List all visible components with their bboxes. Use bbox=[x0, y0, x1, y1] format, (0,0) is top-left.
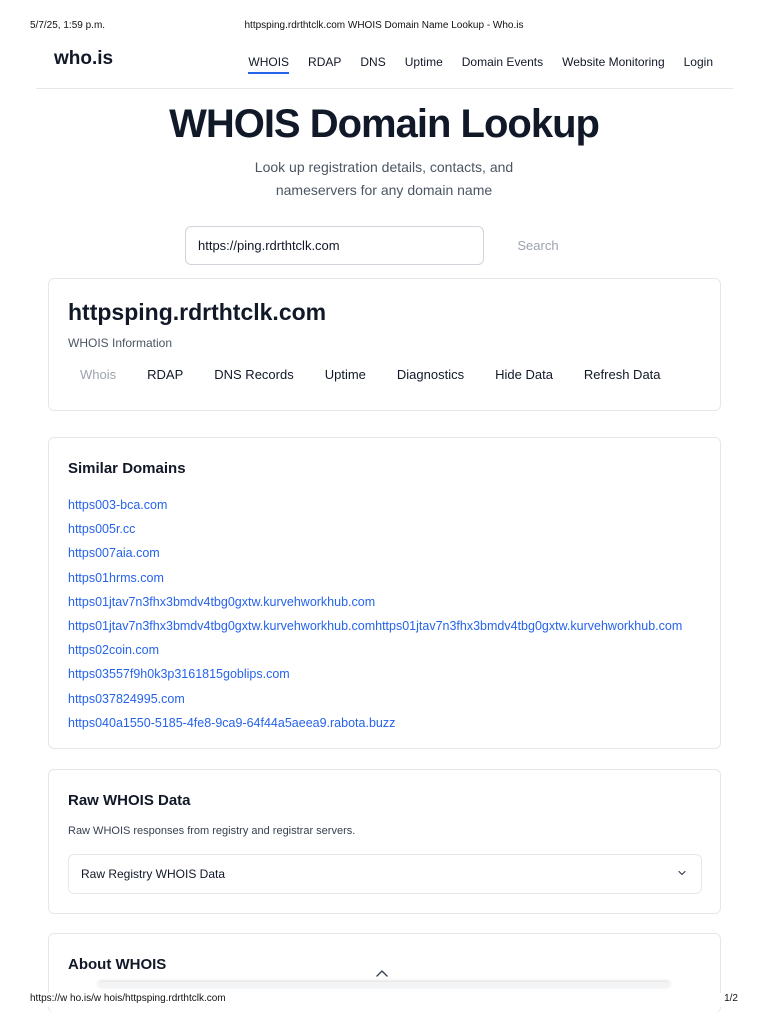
similar-domain-link[interactable]: https01jtav7n3fhx3bmdv4tbg0gxtw.kurvehwo… bbox=[68, 614, 682, 638]
nav-link-dns[interactable]: DNS bbox=[360, 55, 385, 74]
nav-link-uptime[interactable]: Uptime bbox=[405, 55, 443, 74]
page-subtitle-line2: nameservers for any domain name bbox=[275, 182, 493, 198]
list-item: https040a1550-5185-4fe8-9ca9-64f44a5aeea… bbox=[68, 711, 682, 735]
print-page-title: httpsping.rdrthtclk.com WHOIS Domain Nam… bbox=[244, 20, 524, 31]
domain-info-card: httpsping.rdrthtclk.com WHOIS Informatio… bbox=[48, 278, 721, 411]
similar-domain-link[interactable]: https040a1550-5185-4fe8-9ca9-64f44a5aeea… bbox=[68, 711, 682, 735]
similar-domains-list: https003-bca.com https005r.cc https007aia.… bbox=[68, 493, 682, 735]
tab-hide-data[interactable]: Hide Data bbox=[483, 367, 565, 382]
list-item: https01hrms.com bbox=[68, 566, 682, 590]
nav-links: WHOIS RDAP DNS Uptime Domain Events Website M… bbox=[229, 55, 713, 74]
similar-domain-link[interactable]: https037824995.com bbox=[68, 687, 682, 711]
list-item: https01jtav7n3fhx3bmdv4tbg0gxtw.kurvehwo… bbox=[68, 590, 682, 614]
domain-info-subtitle: WHOIS Information bbox=[68, 336, 173, 350]
similar-domain-link[interactable]: https005r.cc bbox=[68, 517, 682, 541]
chevron-down-icon bbox=[678, 870, 686, 876]
tab-refresh-data[interactable]: Refresh Data bbox=[572, 367, 673, 382]
tab-diagnostics[interactable]: Diagnostics bbox=[385, 367, 476, 382]
similar-domain-link[interactable]: https01hrms.com bbox=[68, 566, 682, 590]
similar-domain-link[interactable]: https03557f9h0k3p3161815goblips.com bbox=[68, 662, 682, 686]
list-item: https02coin.com bbox=[68, 638, 682, 662]
tab-dns-records[interactable]: DNS Records bbox=[202, 367, 305, 382]
domain-search-input[interactable] bbox=[185, 226, 484, 265]
search-button[interactable]: Search bbox=[500, 226, 576, 265]
print-header: 5/7/25, 1:59 p.m. httpsping.rdrthtclk.co… bbox=[0, 20, 768, 34]
print-page-number: 1/2 bbox=[724, 993, 738, 1004]
list-item: https01jtav7n3fhx3bmdv4tbg0gxtw.kurvehwo… bbox=[68, 614, 682, 638]
navbar: who.is WHOIS RDAP DNS Uptime Domain Events We… bbox=[36, 38, 733, 89]
raw-whois-card: Raw WHOIS Data Raw WHOIS responses from … bbox=[48, 769, 721, 914]
page-subtitle: Look up registration details, contacts, … bbox=[0, 156, 768, 202]
nav-link-domain-events[interactable]: Domain Events bbox=[462, 55, 543, 74]
print-footer: https://w ho.is/w hois/httpsping.rdrthtc… bbox=[0, 993, 768, 1007]
page-title: WHOIS Domain Lookup bbox=[169, 102, 600, 146]
list-item: https005r.cc bbox=[68, 517, 682, 541]
domain-name: httpsping.rdrthtclk.com bbox=[68, 299, 327, 325]
list-item: https037824995.com bbox=[68, 687, 682, 711]
floating-bottom-bar bbox=[98, 982, 670, 988]
nav-link-whois[interactable]: WHOIS bbox=[248, 55, 290, 74]
tab-whois[interactable]: Whois bbox=[68, 367, 128, 382]
similar-domains-heading: Similar Domains bbox=[68, 460, 186, 477]
nav-link-rdap[interactable]: RDAP bbox=[308, 55, 341, 74]
domain-tabs: Whois RDAP DNS Records Uptime Diagnostics Hid… bbox=[68, 367, 680, 382]
print-url: https://w ho.is/w hois/httpsping.rdrthtc… bbox=[30, 993, 226, 1004]
nav-link-login[interactable]: Login bbox=[684, 55, 713, 74]
similar-domain-link[interactable]: https007aia.com bbox=[68, 541, 682, 565]
list-item: https007aia.com bbox=[68, 541, 682, 565]
tab-uptime[interactable]: Uptime bbox=[313, 367, 378, 382]
similar-domain-link[interactable]: https01jtav7n3fhx3bmdv4tbg0gxtw.kurvehwo… bbox=[68, 590, 682, 614]
about-whois-heading: About WHOIS bbox=[68, 956, 167, 973]
chevron-up-icon[interactable] bbox=[374, 968, 390, 980]
tab-rdap[interactable]: RDAP bbox=[135, 367, 195, 382]
similar-domains-card: Similar Domains https003-bca.com https005… bbox=[48, 437, 721, 749]
similar-domain-link[interactable]: https003-bca.com bbox=[68, 493, 682, 517]
raw-whois-heading: Raw WHOIS Data bbox=[68, 792, 191, 809]
page-subtitle-line1: Look up registration details, contacts, … bbox=[254, 159, 514, 175]
site-logo[interactable]: who.is bbox=[54, 48, 113, 70]
nav-link-website-monitoring[interactable]: Website Monitoring bbox=[562, 55, 665, 74]
list-item: https003-bca.com bbox=[68, 493, 682, 517]
similar-domain-link[interactable]: https02coin.com bbox=[68, 638, 682, 662]
list-item: https03557f9h0k3p3161815goblips.com bbox=[68, 662, 682, 686]
raw-whois-description: Raw WHOIS responses from registry and re… bbox=[68, 825, 356, 837]
raw-registry-accordion-label: Raw Registry WHOIS Data bbox=[81, 867, 226, 881]
raw-registry-accordion[interactable]: Raw Registry WHOIS Data bbox=[68, 854, 702, 894]
